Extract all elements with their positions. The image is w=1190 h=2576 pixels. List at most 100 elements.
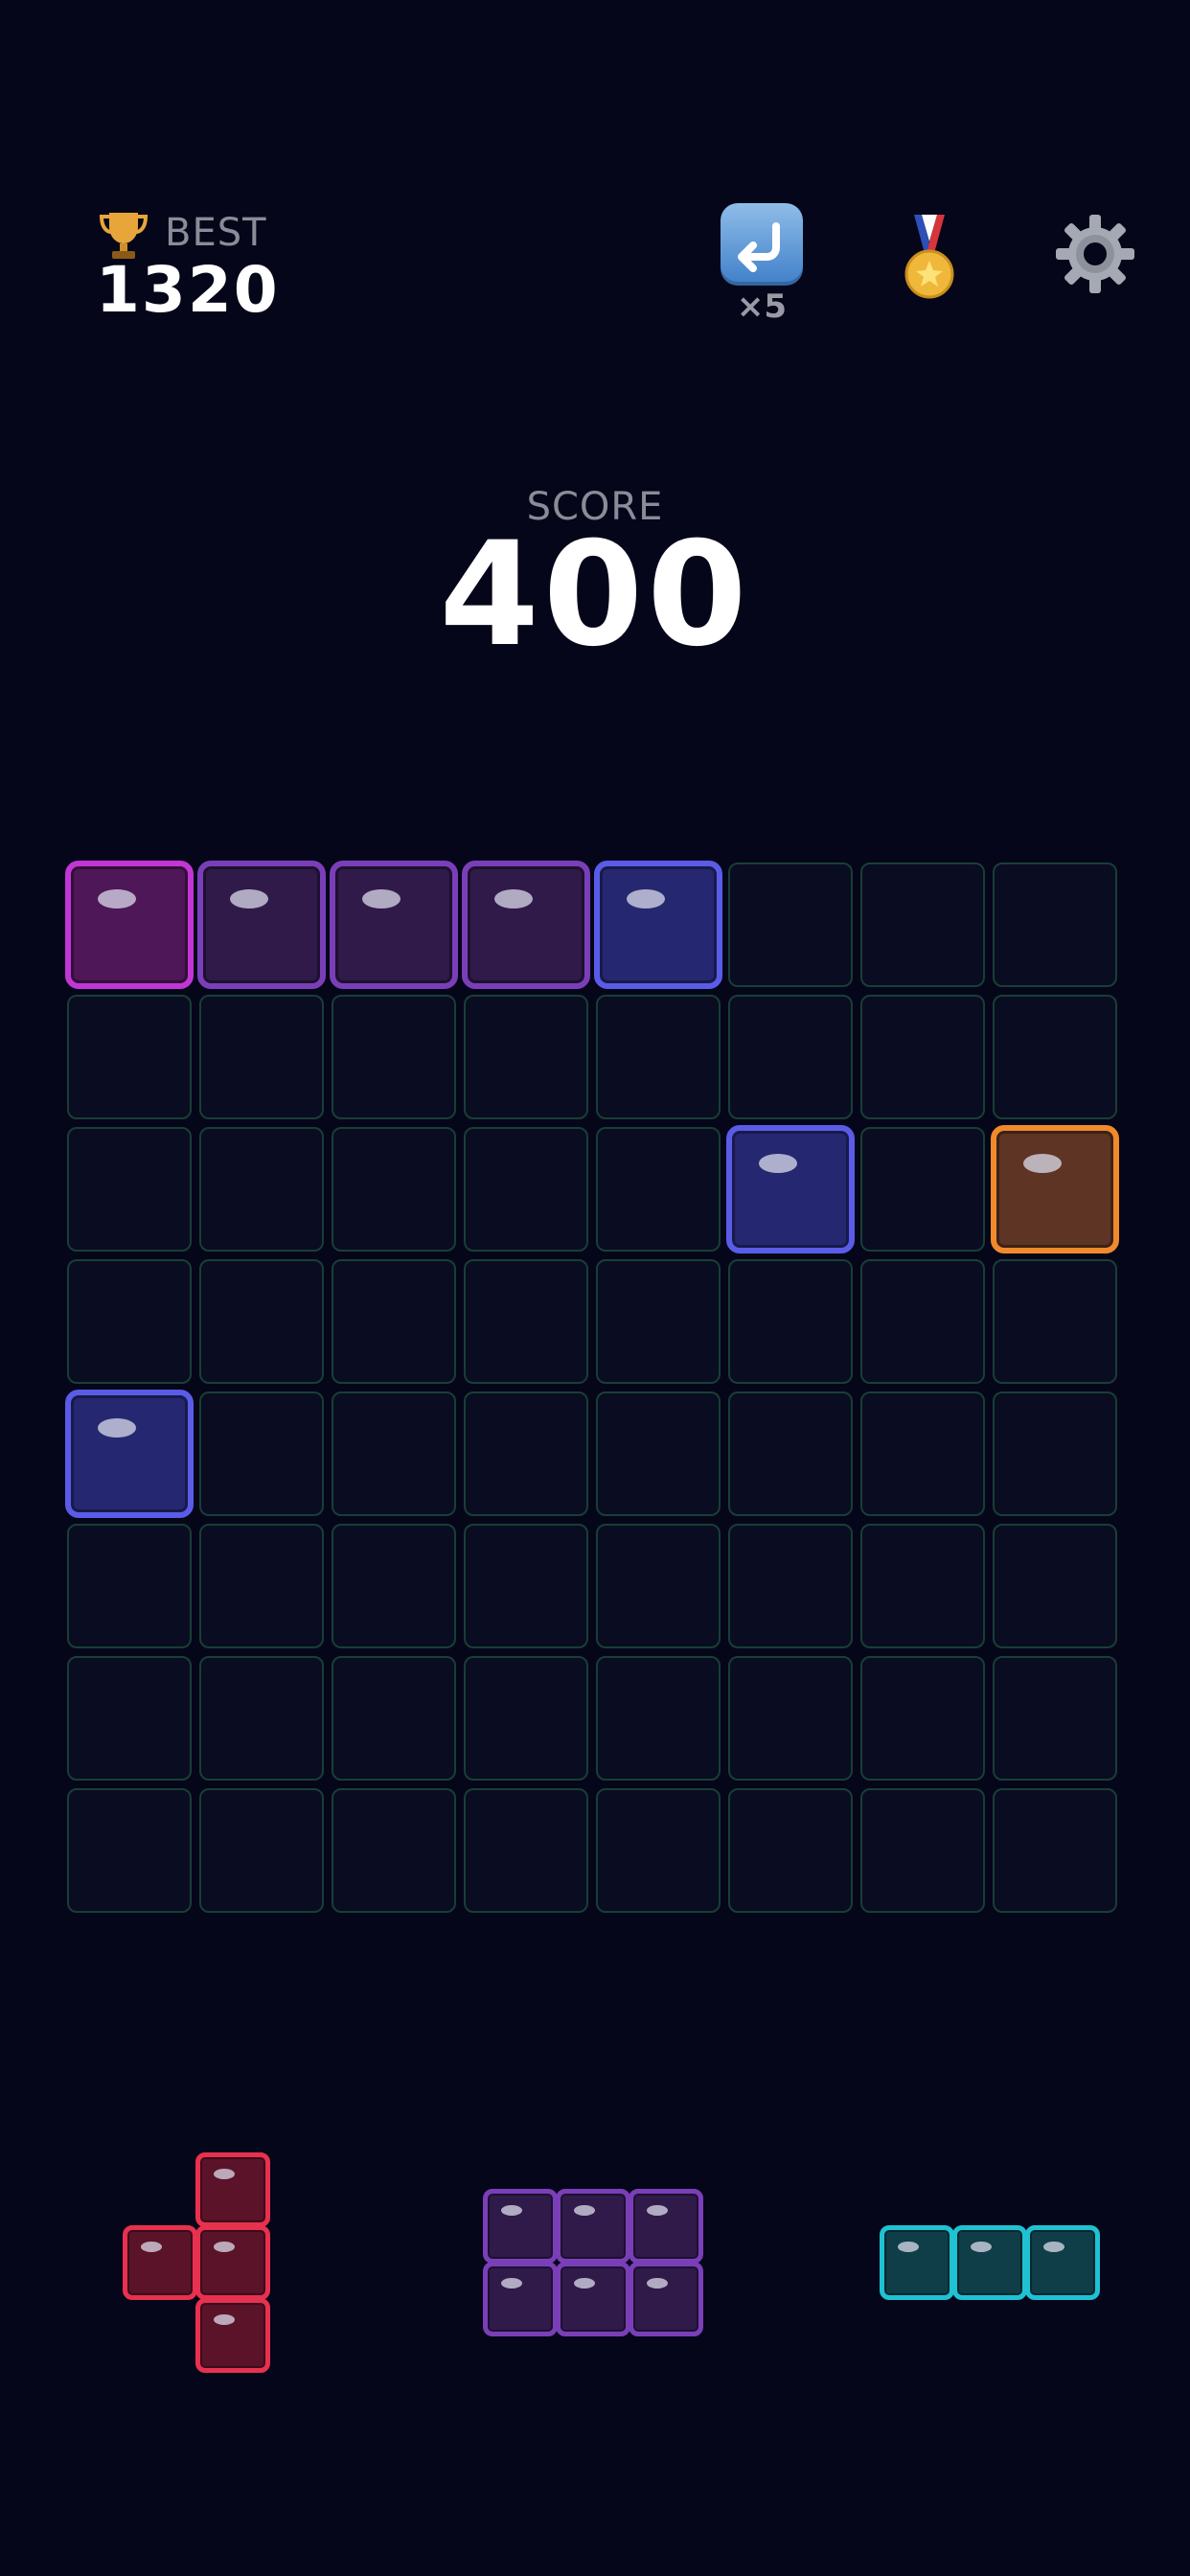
board-cell[interactable] — [464, 1656, 588, 1781]
board-cell[interactable] — [67, 995, 192, 1119]
block-shine — [898, 2242, 919, 2252]
block-shine — [494, 889, 533, 908]
board-block-indigo — [65, 1390, 194, 1518]
piece-block — [556, 2189, 630, 2264]
board-cell[interactable] — [728, 1392, 853, 1516]
board-cell[interactable] — [464, 995, 588, 1119]
board-cell[interactable] — [332, 1392, 456, 1516]
board-block-purple — [197, 861, 326, 989]
board-cell[interactable] — [199, 995, 324, 1119]
piece-block — [195, 2152, 270, 2227]
piece-block — [556, 2262, 630, 2336]
board-cell[interactable] — [596, 1656, 721, 1781]
board-cell[interactable] — [860, 995, 985, 1119]
piece-block — [952, 2225, 1027, 2300]
board-cell[interactable] — [993, 862, 1117, 987]
board-cell[interactable] — [728, 1788, 853, 1913]
board-cell[interactable] — [464, 1127, 588, 1252]
board-cell[interactable] — [860, 1524, 985, 1648]
game-board[interactable] — [65, 861, 1123, 1919]
gear-icon — [1056, 215, 1134, 293]
piece-block — [629, 2189, 703, 2264]
board-cell[interactable] — [332, 995, 456, 1119]
board-cell[interactable] — [67, 1127, 192, 1252]
board-block-purple — [462, 861, 590, 989]
block-shine — [647, 2205, 668, 2216]
best-score: BEST 1320 — [96, 209, 345, 327]
board-cell[interactable] — [728, 862, 853, 987]
medal-icon — [904, 215, 954, 299]
board-cell[interactable] — [993, 995, 1117, 1119]
block-shine — [214, 2242, 235, 2252]
board-cell[interactable] — [199, 1259, 324, 1384]
board-cell[interactable] — [993, 1392, 1117, 1516]
board-cell[interactable] — [596, 1127, 721, 1252]
board-cell[interactable] — [993, 1656, 1117, 1781]
piece-block — [880, 2225, 954, 2300]
board-cell[interactable] — [596, 1788, 721, 1913]
block-shine — [501, 2205, 522, 2216]
board-cell[interactable] — [596, 995, 721, 1119]
piece-block — [123, 2225, 197, 2300]
board-cell[interactable] — [332, 1259, 456, 1384]
board-cell[interactable] — [728, 1524, 853, 1648]
board-cell[interactable] — [67, 1259, 192, 1384]
block-shine — [141, 2242, 162, 2252]
board-block-orange — [991, 1125, 1119, 1254]
board-cell[interactable] — [860, 862, 985, 987]
board-cell[interactable] — [596, 1259, 721, 1384]
red-t-piece[interactable] — [123, 2152, 276, 2377]
undo-icon — [738, 222, 780, 272]
board-cell[interactable] — [993, 1788, 1117, 1913]
board-cell[interactable] — [728, 1656, 853, 1781]
piece-block — [483, 2189, 558, 2264]
undo-button[interactable] — [721, 203, 803, 286]
board-cell[interactable] — [67, 1788, 192, 1913]
board-cell[interactable] — [199, 1788, 324, 1913]
achievements-button[interactable] — [897, 213, 962, 301]
board-cell[interactable] — [332, 1127, 456, 1252]
board-block-magenta — [65, 861, 194, 989]
block-shine — [362, 889, 400, 908]
board-cell[interactable] — [860, 1788, 985, 1913]
block-shine — [214, 2169, 235, 2179]
board-cell[interactable] — [332, 1524, 456, 1648]
block-shine — [759, 1154, 797, 1173]
board-block-purple — [330, 861, 458, 989]
board-cell[interactable] — [332, 1656, 456, 1781]
board-cell[interactable] — [860, 1656, 985, 1781]
board-block-indigo — [726, 1125, 855, 1254]
board-cell[interactable] — [993, 1524, 1117, 1648]
board-cell[interactable] — [67, 1656, 192, 1781]
board-cell[interactable] — [993, 1259, 1117, 1384]
board-cell[interactable] — [464, 1259, 588, 1384]
board-block-indigo — [594, 861, 722, 989]
board-cell[interactable] — [332, 1788, 456, 1913]
settings-button[interactable] — [1054, 213, 1136, 295]
board-cell[interactable] — [728, 995, 853, 1119]
board-cell[interactable] — [596, 1524, 721, 1648]
board-cell[interactable] — [199, 1524, 324, 1648]
board-cell[interactable] — [464, 1788, 588, 1913]
purple-rect-piece[interactable] — [483, 2189, 707, 2340]
board-cell[interactable] — [199, 1127, 324, 1252]
board-cell[interactable] — [199, 1656, 324, 1781]
piece-block — [1025, 2225, 1100, 2300]
block-shine — [230, 889, 268, 908]
board-cell[interactable] — [596, 1392, 721, 1516]
best-value: 1320 — [96, 253, 280, 327]
board-cell[interactable] — [860, 1259, 985, 1384]
board-cell[interactable] — [199, 1392, 324, 1516]
undo-count: ×5 — [736, 288, 788, 326]
cyan-line-piece[interactable] — [880, 2225, 1104, 2304]
block-shine — [647, 2278, 668, 2288]
board-cell[interactable] — [67, 1524, 192, 1648]
score-value: 400 — [439, 512, 751, 678]
piece-block — [629, 2262, 703, 2336]
board-cell[interactable] — [860, 1127, 985, 1252]
board-cell[interactable] — [464, 1524, 588, 1648]
block-shine — [1043, 2242, 1064, 2252]
board-cell[interactable] — [728, 1259, 853, 1384]
board-cell[interactable] — [860, 1392, 985, 1516]
board-cell[interactable] — [464, 1392, 588, 1516]
